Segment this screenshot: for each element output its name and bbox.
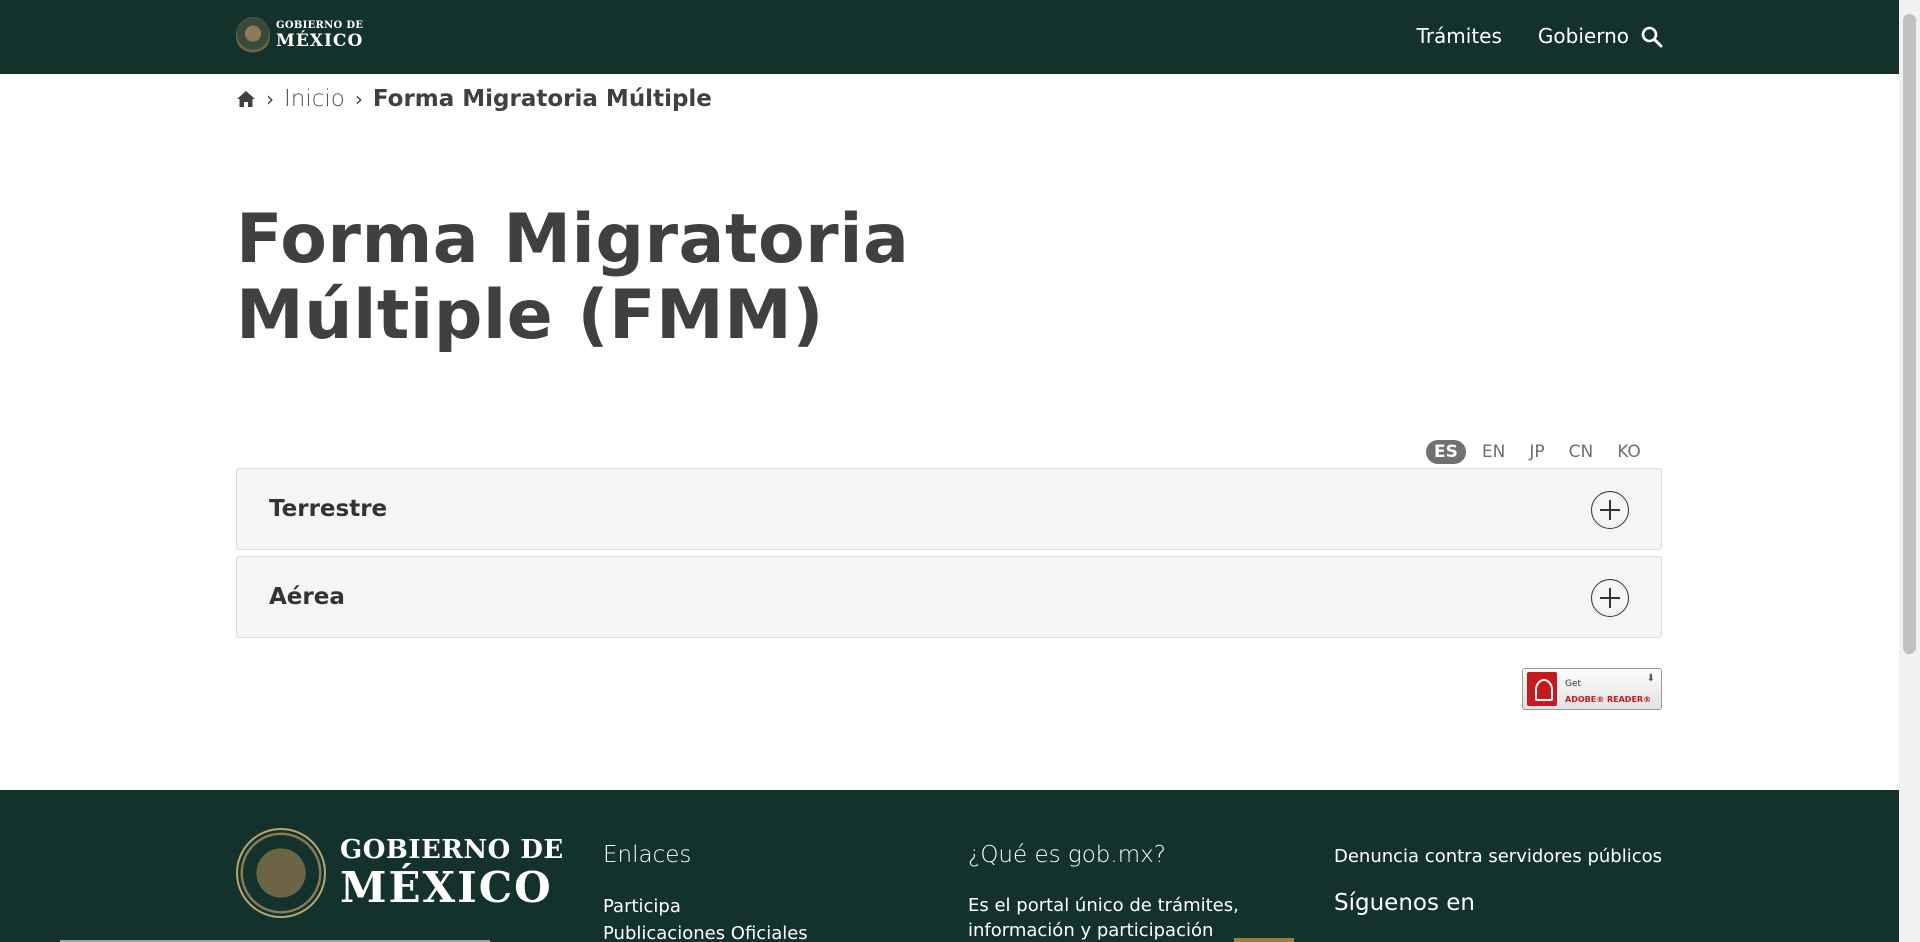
footer-links-title: Enlaces: [603, 842, 692, 868]
accordion-aerea[interactable]: Aérea: [236, 556, 1662, 638]
gold-accent-bar: [1234, 938, 1294, 942]
lang-es[interactable]: ES: [1426, 440, 1466, 464]
top-navbar: GOBIERNO DE MÉXICO Trámites Gobierno: [0, 0, 1899, 74]
lang-ko[interactable]: KO: [1609, 440, 1649, 464]
footer-what-title: ¿Qué es gob.mx?: [968, 842, 1166, 868]
search-icon[interactable]: [1640, 25, 1664, 49]
logo-line2: MÉXICO: [276, 31, 364, 51]
adobe-reader-icon: [1527, 672, 1557, 706]
breadcrumb-separator: ›: [266, 87, 274, 111]
national-seal-icon: [236, 828, 326, 918]
vertical-scrollbar[interactable]: [1899, 0, 1920, 942]
footer-siguenos: Síguenos en: [1334, 890, 1475, 916]
home-icon[interactable]: [236, 89, 256, 109]
page-title: Forma Migratoria Múltiple (FMM): [236, 200, 910, 355]
language-switcher: ES EN JP CN KO: [1426, 440, 1649, 464]
national-seal-icon: [236, 17, 270, 54]
plus-circle-icon[interactable]: [1591, 491, 1629, 529]
accordion-label: Terrestre: [269, 496, 388, 522]
adobe-reader-text: ADOBE® READER®: [1565, 695, 1652, 704]
lang-jp[interactable]: JP: [1521, 440, 1552, 464]
breadcrumb-current: Forma Migratoria Múltiple: [372, 86, 712, 112]
nav-gobierno[interactable]: Gobierno: [1538, 24, 1629, 48]
nav-links: Trámites Gobierno: [1417, 24, 1629, 48]
footer: GOBIERNO DE MÉXICO Enlaces Participa Pub…: [0, 790, 1899, 942]
lang-en[interactable]: EN: [1474, 440, 1513, 464]
footer-link-participa[interactable]: Participa: [603, 896, 681, 917]
breadcrumb: › Inicio › Forma Migratoria Múltiple: [236, 86, 712, 112]
get-adobe-reader-button[interactable]: Get ADOBE® READER® ⬇: [1522, 668, 1662, 710]
logo-line1: GOBIERNO DE: [276, 20, 364, 31]
footer-logo-line1: GOBIERNO DE: [340, 835, 564, 865]
plus-circle-icon[interactable]: [1591, 579, 1629, 617]
download-arrow-icon: ⬇: [1646, 673, 1655, 684]
accordion-label: Aérea: [269, 584, 345, 610]
nav-tramites[interactable]: Trámites: [1417, 24, 1502, 48]
footer-logo-line2: MÉXICO: [340, 863, 553, 912]
breadcrumb-inicio[interactable]: Inicio: [284, 86, 345, 112]
gobierno-logo[interactable]: GOBIERNO DE MÉXICO: [236, 17, 363, 54]
scrollbar-thumb[interactable]: [1903, 14, 1916, 654]
adobe-get-text: Get: [1565, 679, 1582, 689]
accordion-terrestre[interactable]: Terrestre: [236, 468, 1662, 550]
footer-what-text: Es el portal único de trámites, informac…: [968, 895, 1239, 941]
breadcrumb-separator: ›: [354, 87, 363, 111]
footer-link-publicaciones[interactable]: Publicaciones Oficiales: [603, 923, 808, 942]
footer-logo[interactable]: GOBIERNO DE MÉXICO: [236, 828, 564, 918]
lang-cn[interactable]: CN: [1561, 440, 1602, 464]
footer-denuncia-link[interactable]: Denuncia contra servidores públicos: [1334, 846, 1662, 867]
